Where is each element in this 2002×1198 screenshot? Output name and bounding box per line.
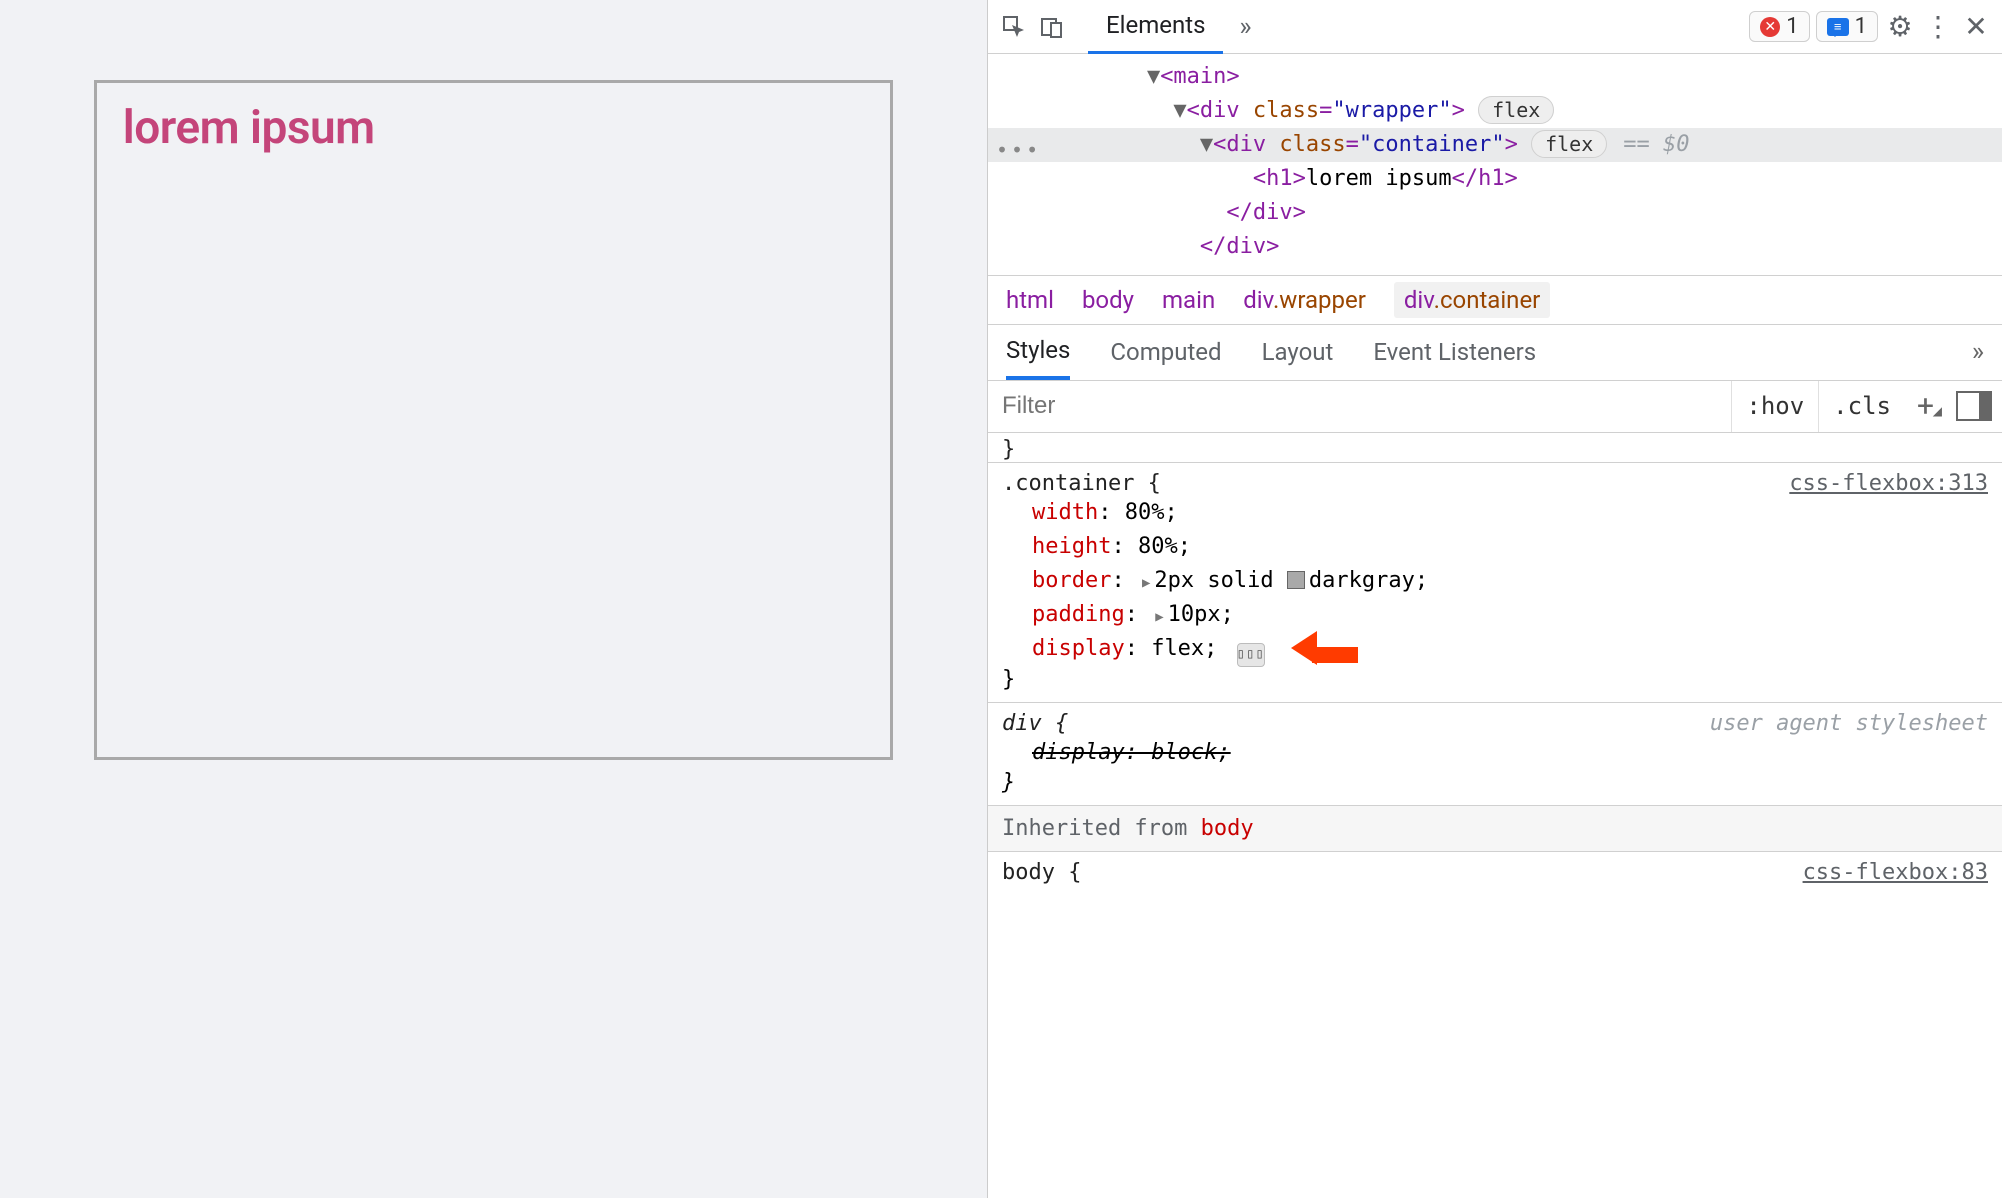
dollar-zero-ref: == $0 bbox=[1623, 132, 1689, 157]
container-box: lorem ipsum bbox=[94, 80, 893, 760]
rule-selector: div { bbox=[1002, 711, 1068, 736]
tab-elements[interactable]: Elements bbox=[1088, 0, 1223, 54]
rule-source-link[interactable]: css-flexbox:83 bbox=[1803, 860, 1988, 885]
decl-height[interactable]: height: 80%; bbox=[1002, 530, 1988, 564]
subtab-layout[interactable]: Layout bbox=[1262, 338, 1334, 366]
settings-icon[interactable]: ⚙ bbox=[1884, 11, 1916, 43]
dom-node-wrapper[interactable]: ▼<div class="wrapper"> flex bbox=[988, 94, 2002, 128]
preview-heading: lorem ipsum bbox=[123, 101, 864, 155]
rule-container[interactable]: .container { css-flexbox:313 width: 80%;… bbox=[988, 463, 2002, 703]
rule-body[interactable]: body { css-flexbox:83 bbox=[988, 852, 2002, 895]
rule-div-ua[interactable]: div { user agent stylesheet display: blo… bbox=[988, 703, 2002, 806]
dom-node-main[interactable]: ▼<main> bbox=[988, 60, 2002, 94]
errors-badge[interactable]: ✕ 1 bbox=[1749, 11, 1809, 42]
rule-source-ua: user agent stylesheet bbox=[1710, 711, 1988, 736]
subtab-styles[interactable]: Styles bbox=[1006, 324, 1070, 380]
more-tabs-icon[interactable]: » bbox=[1229, 11, 1261, 43]
filter-input[interactable] bbox=[988, 392, 1731, 420]
error-dot-icon: ✕ bbox=[1760, 17, 1780, 37]
subtab-overflow-icon[interactable]: » bbox=[1972, 337, 1984, 367]
rule-close-brace: } bbox=[1002, 770, 1988, 795]
crumb-wrapper[interactable]: div.wrapper bbox=[1243, 286, 1366, 314]
new-rule-button[interactable]: +◢ bbox=[1905, 389, 1946, 424]
styles-filter-bar: :hov .cls +◢ bbox=[988, 381, 2002, 433]
kebab-icon[interactable]: ⋮ bbox=[1922, 11, 1954, 43]
decl-padding[interactable]: padding: ▶10px; bbox=[1002, 598, 1988, 632]
rule-selector[interactable]: body { bbox=[1002, 860, 1081, 885]
reveal-dots-icon[interactable]: ••• bbox=[996, 135, 1041, 166]
styles-subtabs: Styles Computed Layout Event Listeners » bbox=[988, 325, 2002, 381]
rule-trail-brace: } bbox=[988, 433, 2002, 463]
cls-toggle[interactable]: .cls bbox=[1818, 381, 1905, 432]
decl-width[interactable]: width: 80%; bbox=[1002, 496, 1988, 530]
flex-badge[interactable]: flex bbox=[1478, 96, 1554, 124]
rule-close-brace: } bbox=[1002, 667, 1988, 692]
errors-count: 1 bbox=[1786, 14, 1798, 39]
dom-tree[interactable]: ▼<main> ▼<div class="wrapper"> flex ••• … bbox=[988, 54, 2002, 275]
computed-panel-toggle-icon[interactable] bbox=[1956, 391, 1992, 421]
close-icon[interactable]: ✕ bbox=[1960, 11, 1992, 43]
dom-node-wrapper-close[interactable]: </div> bbox=[988, 230, 2002, 264]
messages-count: 1 bbox=[1855, 14, 1867, 39]
inherited-from-header: Inherited from body bbox=[988, 806, 2002, 852]
style-rules: } .container { css-flexbox:313 width: 80… bbox=[988, 433, 2002, 895]
dom-node-h1[interactable]: <h1>lorem ipsum</h1> bbox=[988, 162, 2002, 196]
subtab-event-listeners[interactable]: Event Listeners bbox=[1373, 338, 1536, 366]
dom-node-container-selected[interactable]: ••• ▼<div class="container"> flex== $0 bbox=[988, 128, 2002, 162]
devtools-toolbar: Elements » ✕ 1 ≡ 1 ⚙ ⋮ ✕ bbox=[988, 0, 2002, 54]
rule-source-link[interactable]: css-flexbox:313 bbox=[1789, 471, 1988, 496]
annotation-arrow-icon bbox=[1312, 640, 1358, 674]
device-toggle-icon[interactable] bbox=[1036, 11, 1068, 43]
flex-badge[interactable]: flex bbox=[1531, 130, 1607, 158]
expand-shorthand-icon[interactable]: ▶ bbox=[1155, 609, 1163, 625]
decl-border[interactable]: border: ▶2px solid darkgray; bbox=[1002, 564, 1988, 598]
expand-shorthand-icon[interactable]: ▶ bbox=[1142, 575, 1150, 591]
crumb-main[interactable]: main bbox=[1162, 286, 1215, 314]
message-icon: ≡ bbox=[1827, 18, 1849, 36]
messages-badge[interactable]: ≡ 1 bbox=[1816, 11, 1878, 42]
decl-display[interactable]: display: flex; ▯▯▯ bbox=[1002, 632, 1988, 667]
hov-toggle[interactable]: :hov bbox=[1731, 381, 1818, 432]
page-preview: lorem ipsum bbox=[0, 0, 987, 1198]
crumb-html[interactable]: html bbox=[1006, 286, 1054, 314]
rule-selector[interactable]: .container { bbox=[1002, 471, 1161, 496]
dom-node-container-close[interactable]: </div> bbox=[988, 196, 2002, 230]
crumb-body[interactable]: body bbox=[1082, 286, 1134, 314]
subtab-computed[interactable]: Computed bbox=[1110, 338, 1221, 366]
devtools-panel: Elements » ✕ 1 ≡ 1 ⚙ ⋮ ✕ ▼<main> ▼<div c… bbox=[987, 0, 2002, 1198]
breadcrumb[interactable]: html body main div.wrapper div.container bbox=[988, 275, 2002, 325]
color-swatch-icon[interactable] bbox=[1287, 571, 1305, 589]
flex-editor-icon[interactable]: ▯▯▯ bbox=[1237, 643, 1265, 667]
inspect-icon[interactable] bbox=[998, 11, 1030, 43]
crumb-container[interactable]: div.container bbox=[1394, 282, 1550, 318]
decl-display-block: display: block; bbox=[1002, 736, 1988, 770]
